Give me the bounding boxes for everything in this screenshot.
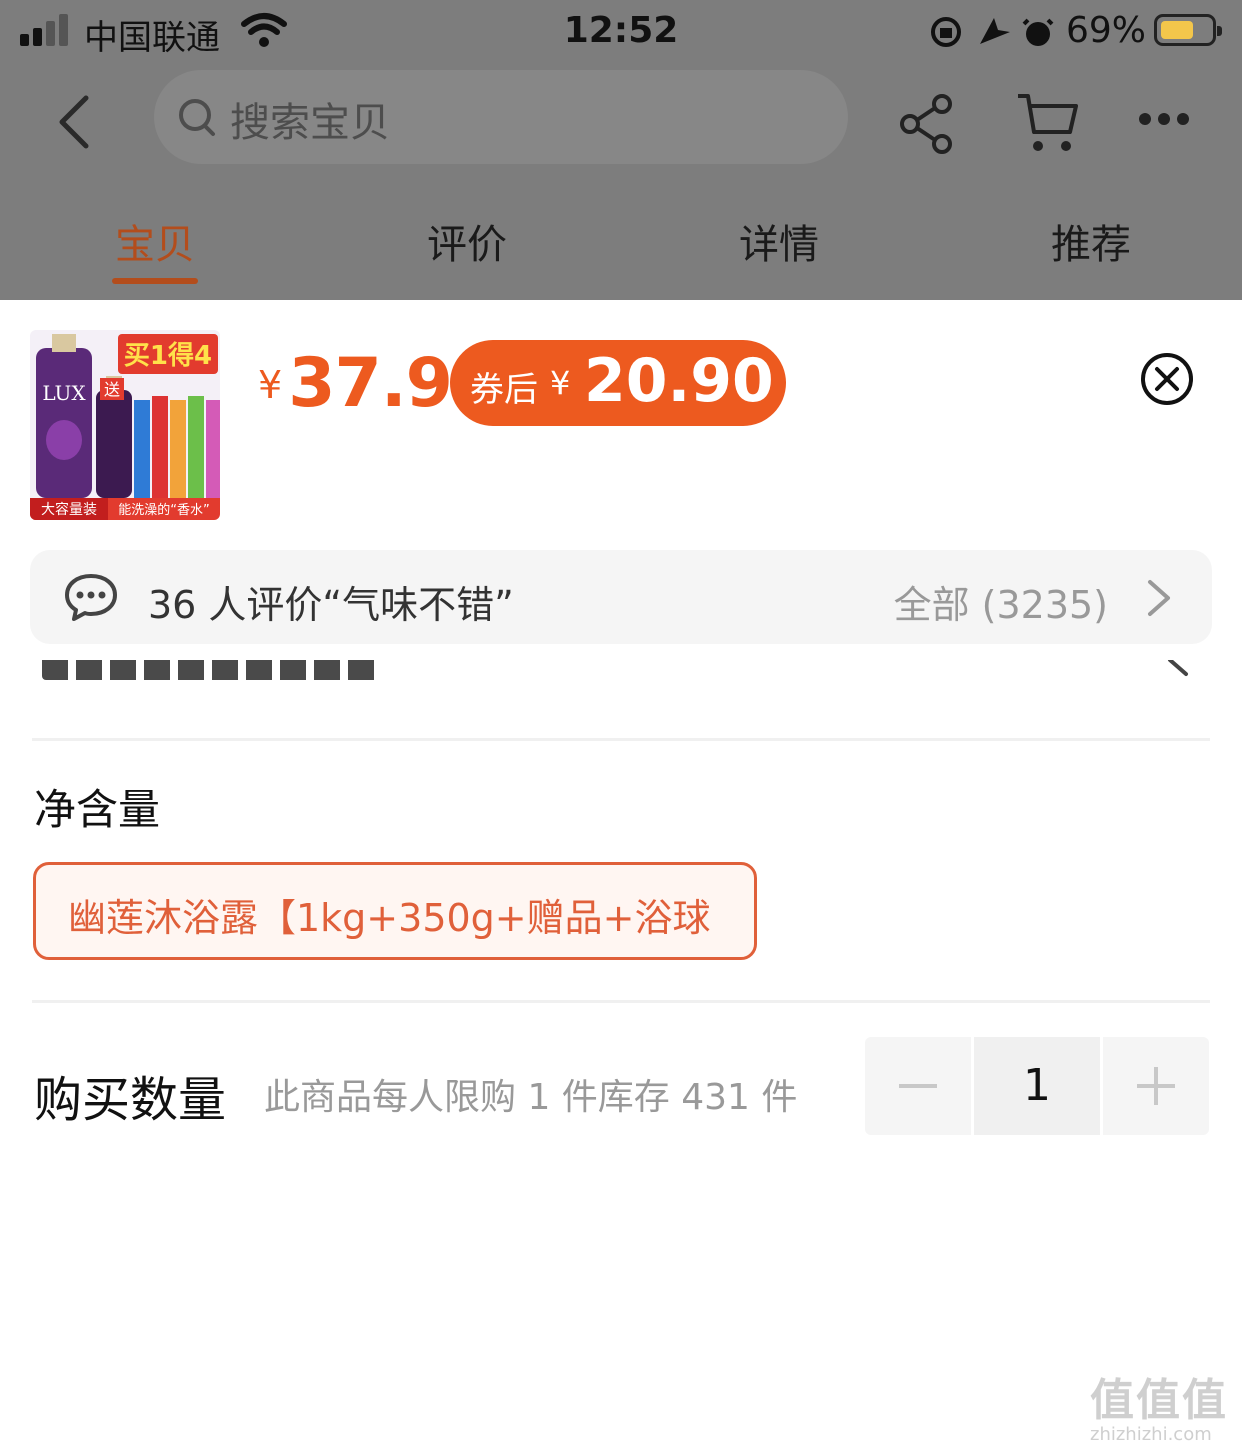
tab-details[interactable]: 详情 <box>679 212 879 270</box>
thumb-badge-text: 买1得4 <box>124 341 212 371</box>
coupon-price: 20.90 <box>584 346 774 416</box>
share-icon[interactable] <box>898 94 956 154</box>
search-icon <box>179 99 215 136</box>
thumb-footer-right: 能洗澡的“香水” <box>118 502 209 518</box>
background-overlay[interactable]: 中国联通 12:52 69% 搜索宝贝 宝贝 评价 详情 推荐 <box>0 0 1242 300</box>
more-icon[interactable] <box>1138 112 1190 126</box>
divider <box>32 1000 1210 1003</box>
watermark-logo: 值值值 <box>1090 1375 1228 1426</box>
coupon-label: 券后 <box>470 370 538 410</box>
coupon-currency: ¥ <box>550 364 571 402</box>
search-input[interactable]: 搜索宝贝 <box>154 70 848 164</box>
increment-button[interactable] <box>1103 1037 1209 1135</box>
cart-icon[interactable] <box>1014 92 1080 154</box>
original-price: ¥37.9 <box>258 344 453 423</box>
spec-option-selected[interactable]: 幽莲沐浴露【1kg+350g+赠品+浴球 <box>33 862 757 960</box>
minus-icon <box>899 1084 937 1088</box>
all-reviews-link[interactable]: 全部 (3235) <box>894 574 1108 629</box>
thumb-gift-text: 送 <box>104 380 120 399</box>
watermark: 值值值 zhizhizhi.com <box>1090 1364 1240 1445</box>
purchase-limit-note: 此商品每人限购 1 件库存 431 件 <box>264 1077 798 1118</box>
thumb-brand-text: LUX <box>42 381 86 405</box>
tab-item[interactable]: 宝贝 <box>55 212 255 270</box>
battery-icon <box>1154 14 1222 46</box>
tab-reviews[interactable]: 评价 <box>367 212 567 270</box>
product-thumbnail[interactable]: LUX 买1得4 送 大容量装 能洗澡的“香水” <box>30 330 220 520</box>
coupon-price-badge: 券后 ¥ 20.90 <box>450 340 786 426</box>
quantity-stepper: 1 <box>865 1037 1209 1135</box>
quantity-label: 购买数量 <box>34 1072 227 1128</box>
quantity-value[interactable]: 1 <box>974 1037 1100 1135</box>
review-summary-bar[interactable]: 36 人评价“气味不错” 全部 (3235) <box>30 550 1212 644</box>
price-currency: ¥ <box>258 363 283 407</box>
chevron-right-icon <box>1168 660 1188 676</box>
lock-rotation-icon <box>931 17 1054 47</box>
chat-bubble-icon <box>65 574 117 621</box>
scrolled-address-row <box>32 660 1210 696</box>
tab-recommend[interactable]: 推荐 <box>991 212 1191 270</box>
product-image: LUX 买1得4 送 大容量装 能洗澡的“香水” <box>30 330 220 520</box>
battery-percentage: 69% <box>1066 10 1147 51</box>
search-placeholder: 搜索宝贝 <box>230 100 390 146</box>
close-icon[interactable] <box>1140 352 1194 406</box>
chevron-right-icon <box>1148 580 1170 616</box>
status-bar: 中国联通 12:52 69% <box>0 0 1242 64</box>
review-summary-text: 36 人评价“气味不错” <box>148 583 514 627</box>
decrement-button[interactable] <box>865 1037 971 1135</box>
thumb-footer-left: 大容量装 <box>41 501 97 518</box>
sku-selector-sheet: LUX 买1得4 送 大容量装 能洗澡的“香水” ¥37.9 券后 ¥ 20.9… <box>0 300 1242 1447</box>
tab-bar: 宝贝 评价 详情 推荐 <box>0 212 1242 292</box>
active-tab-indicator <box>112 278 198 284</box>
back-icon[interactable] <box>52 94 102 150</box>
price-amount: 37.9 <box>288 344 453 423</box>
spec-title: 净含量 <box>34 785 161 834</box>
spec-option-label: 幽莲沐浴露【1kg+350g+赠品+浴球 <box>68 896 711 940</box>
divider <box>32 738 1210 741</box>
plus-icon <box>1137 1067 1175 1105</box>
top-nav: 搜索宝贝 <box>0 68 1242 172</box>
